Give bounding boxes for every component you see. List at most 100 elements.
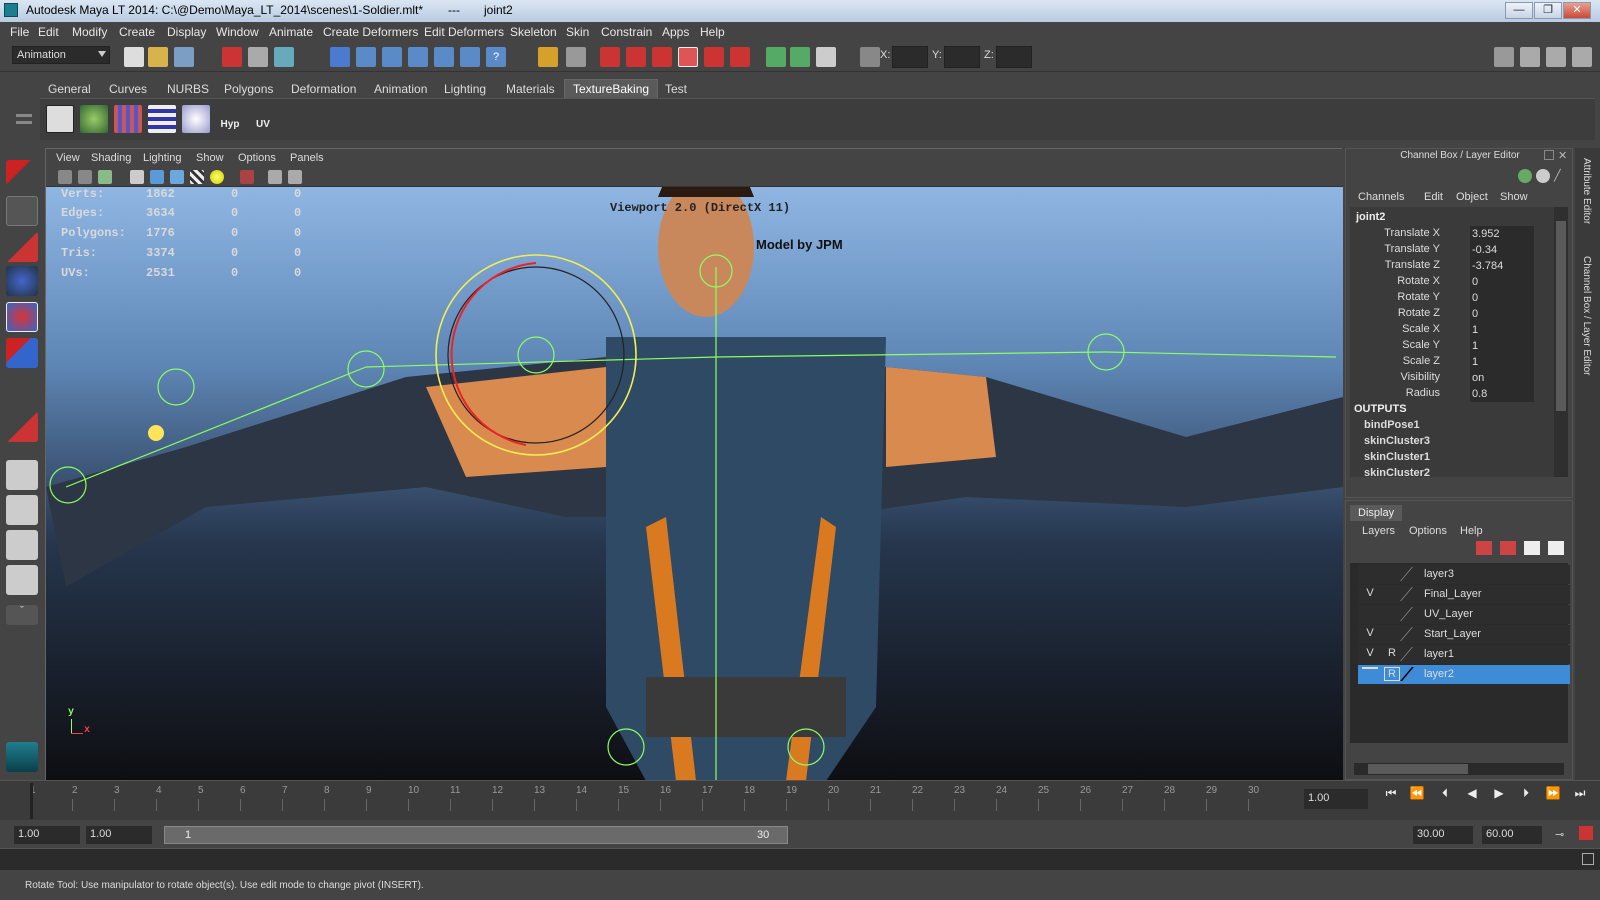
menu-file[interactable]: File [10,25,29,39]
make-live-icon[interactable] [460,47,480,67]
tab-general[interactable]: General [48,82,91,96]
go-to-start-icon[interactable]: ⏮ [1382,784,1400,802]
close-button[interactable]: ✕ [1563,2,1591,19]
layer-menu-options[interactable]: Options [1409,525,1447,537]
menu-help[interactable]: Help [700,25,725,39]
vp-menu-view[interactable]: View [56,152,80,164]
layer-row-layer2[interactable]: R layer2 [1358,665,1570,684]
hypershade-shelf-button[interactable]: Hyp [215,101,245,137]
layout-four-icon[interactable] [6,495,38,525]
menu-edit[interactable]: Edit [38,25,59,39]
paint-tool-icon[interactable] [6,412,38,442]
vp-menu-panels[interactable]: Panels [290,152,324,164]
render-view-icon[interactable] [730,47,750,67]
select-component-icon[interactable] [274,47,294,67]
step-forward-key-icon[interactable]: ⏩ [1544,784,1562,802]
select-tool-icon[interactable] [6,160,38,190]
step-forward-frame-icon[interactable]: ⏵ [1517,784,1535,802]
uv-editor-shelf-button[interactable]: UV [248,101,278,137]
lasso-tool-icon[interactable] [6,196,38,226]
attr-rotate-y-value[interactable]: 0 [1470,290,1534,306]
wireframe-icon[interactable] [130,170,144,184]
3d-scene[interactable]: Verts: 1862 0 0 Edges: 3634 0 0 Polygons… [46,187,1343,781]
layer-color-icon[interactable] [1400,647,1426,661]
tab-display[interactable]: Display [1350,505,1403,521]
sidebar-toggle-icon[interactable] [766,47,786,67]
open-scene-icon[interactable] [148,47,168,67]
snap-surface-icon[interactable] [408,47,428,67]
menu-edit-deformers[interactable]: Edit Deformers [424,25,504,39]
tab-test[interactable]: Test [665,82,687,96]
start-time-field[interactable]: 1.00 [14,826,80,844]
scale-tool-icon[interactable] [6,338,38,368]
play-forward-icon[interactable]: ▶ [1490,784,1508,802]
script-editor-icon[interactable] [1582,853,1594,865]
z-field[interactable] [996,46,1032,68]
end-time-field[interactable]: 60.00 [1482,826,1542,844]
y-field[interactable] [944,46,980,68]
range-bar[interactable]: 1 30 [164,826,788,844]
xray-joints-icon[interactable] [288,170,302,184]
layer-row-final-layer[interactable]: V Final_Layer [1358,585,1570,604]
attr-scale-z-value[interactable]: 1 [1470,354,1534,370]
key-icon[interactable] [1518,169,1532,183]
menu-skin[interactable]: Skin [566,25,589,39]
range-start-field[interactable]: 1.00 [86,826,152,844]
pin-icon[interactable]: ╱ [1554,169,1561,182]
menu-window[interactable]: Window [216,25,259,39]
layer-color-icon[interactable] [1400,587,1426,601]
uv-grid-icon[interactable] [148,105,176,133]
tab-lighting[interactable]: Lighting [444,82,486,96]
tab-deformation[interactable]: Deformation [291,82,356,96]
smooth-shade-icon[interactable] [150,170,164,184]
layer-row-layer1[interactable]: V R layer1 [1358,645,1570,664]
menu-modify[interactable]: Modify [72,25,107,39]
vp-menu-shading[interactable]: Shading [91,152,131,164]
layout-single-icon[interactable] [6,460,38,490]
channel-box-toggle-icon[interactable] [816,47,836,67]
auto-key-icon[interactable]: ⊸ [1555,828,1564,841]
menu-display[interactable]: Display [167,25,206,39]
vp-menu-lighting[interactable]: Lighting [143,152,182,164]
bookmark-icon[interactable] [98,170,112,184]
preferences-icon[interactable] [1579,826,1593,840]
x-field[interactable] [892,46,928,68]
output-skincluster3[interactable]: skinCluster3 [1364,435,1430,447]
clapboard-icon[interactable] [46,105,74,133]
sync-icon[interactable] [1536,169,1550,183]
attr-translate-z-value[interactable]: -3.784 [1470,258,1534,274]
layer-menu-help[interactable]: Help [1460,525,1483,537]
render-settings-icon[interactable] [678,47,698,67]
select-object-icon[interactable] [248,47,268,67]
layer-hscrollbar[interactable] [1354,763,1564,775]
snap-view-icon[interactable] [434,47,454,67]
float-panel-icon[interactable] [1544,150,1554,160]
move-tool-icon[interactable] [6,266,38,296]
textured-icon[interactable] [190,170,204,184]
current-frame-field[interactable]: 1.00 [1304,789,1368,809]
output-skincluster1[interactable]: skinCluster1 [1364,451,1430,463]
range-end-field[interactable]: 30.00 [1413,826,1473,844]
vp-menu-show[interactable]: Show [196,152,224,164]
attr-rotate-x-value[interactable]: 0 [1470,274,1534,290]
attr-rotate-z-value[interactable]: 0 [1470,306,1534,322]
go-to-end-icon[interactable]: ⏭ [1571,784,1589,802]
layer-row-start-layer[interactable]: V Start_Layer [1358,625,1570,644]
menu-constrain[interactable]: Constrain [601,25,652,39]
output-skincluster2[interactable]: skinCluster2 [1364,467,1430,477]
bake-icon[interactable] [80,105,108,133]
shelf-menu-icon[interactable] [12,100,36,140]
menu-animate[interactable]: Animate [269,25,313,39]
rotate-tool-icon[interactable] [6,302,38,332]
vp-menu-options[interactable]: Options [238,152,276,164]
step-back-key-icon[interactable]: ⏪ [1408,784,1426,802]
tab-channel-box-layer-editor[interactable]: Channel Box / Layer Editor [1581,256,1592,386]
paint-select-icon[interactable] [6,232,38,262]
display-type-toggle[interactable]: R [1384,647,1400,659]
snap-point-icon[interactable] [382,47,402,67]
input-ops-icon[interactable] [566,47,586,67]
visibility-toggle[interactable]: V [1362,627,1378,639]
tool-settings-panel-icon[interactable] [1546,47,1566,67]
menu-skeleton[interactable]: Skeleton [510,25,557,39]
layer-color-icon[interactable] [1400,607,1426,621]
